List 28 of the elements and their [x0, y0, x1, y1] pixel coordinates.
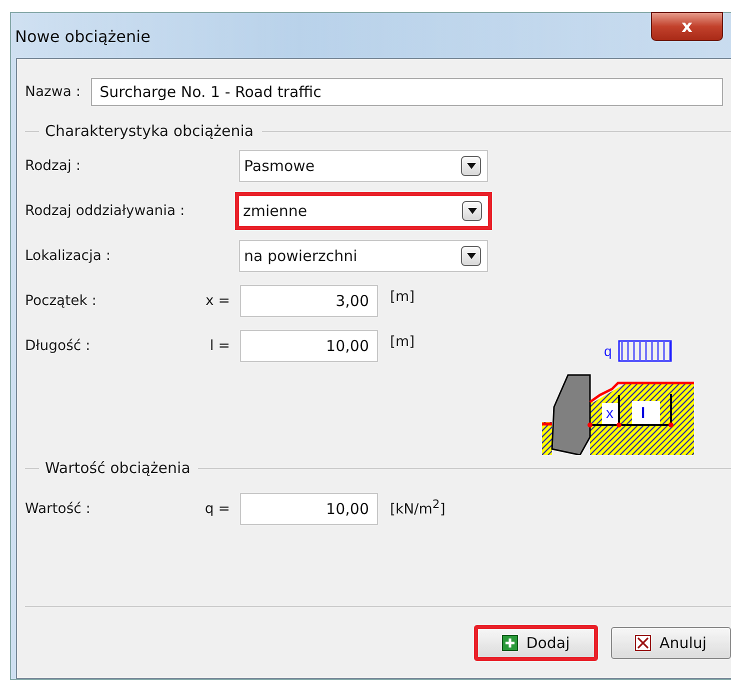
dropdown[interactable]: zmienne [235, 192, 492, 230]
plus-icon [502, 635, 518, 651]
number-field[interactable]: 10,00 [240, 330, 378, 362]
cancel-button[interactable]: Anuluj [611, 627, 731, 659]
add-button[interactable]: Dodaj [474, 625, 598, 661]
field-label: Nazwa : [25, 84, 81, 100]
unit-label: [kN/m$^{2}$] [390, 497, 446, 518]
symbol-label: l = [208, 338, 231, 354]
field-label: Rodzaj oddziaływania : [25, 203, 186, 219]
field-label: Długość : [25, 338, 92, 354]
field-label: Lokalizacja : [25, 248, 112, 264]
dropdown[interactable]: Pasmowe [239, 150, 488, 182]
field-label: Rodzaj : [25, 158, 82, 174]
window-title: Nowe obciążenie [14, 27, 150, 46]
unit-label: [m] [390, 289, 415, 305]
group-title: Charakterystyka obciążenia [45, 122, 254, 140]
symbol-label: x = [204, 293, 231, 309]
field-label: Początek : [25, 293, 98, 309]
symbol-label: q = [204, 501, 231, 517]
close-icon [635, 635, 652, 651]
number-field[interactable]: 10,00 [240, 493, 378, 525]
unit-label: [m] [390, 334, 415, 350]
number-field[interactable]: 3,00 [240, 285, 378, 317]
field-label: Wartość : [25, 501, 92, 517]
name-field[interactable]: Surcharge No. 1 - Road traffic [90, 78, 723, 106]
dropdown[interactable]: na powierzchni [239, 240, 488, 272]
close-button[interactable]: x [651, 12, 723, 41]
group-title: Wartość obciążenia [45, 459, 190, 477]
